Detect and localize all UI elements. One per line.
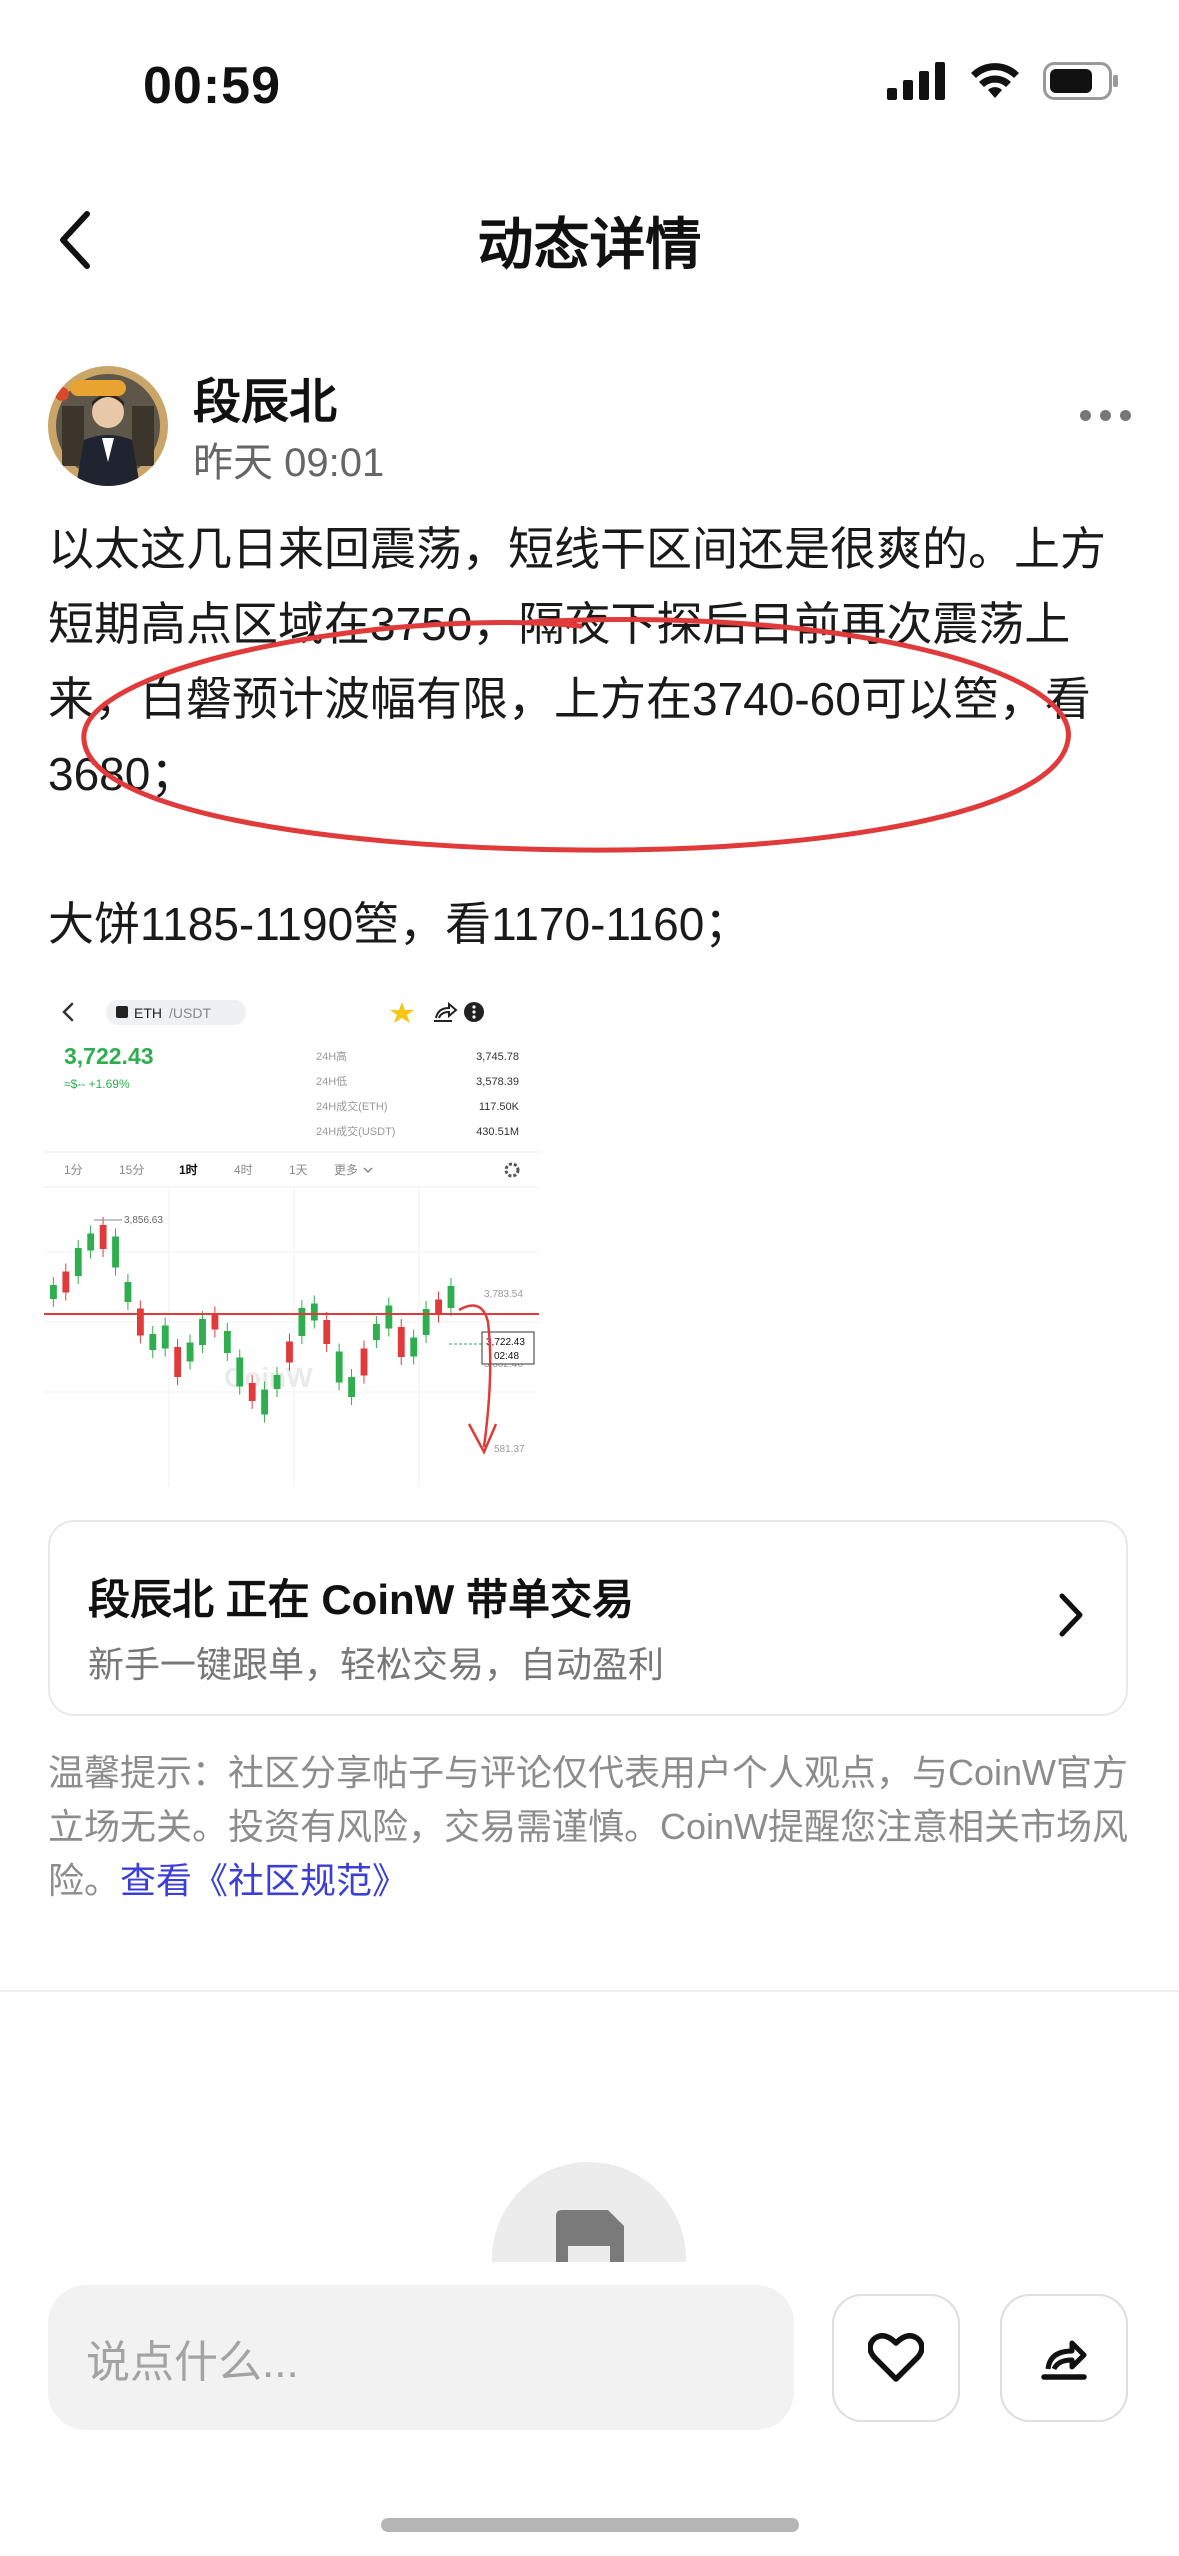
candle — [161, 1325, 169, 1349]
save-icon — [556, 2210, 624, 2262]
community-rules-link[interactable]: 查看《社区规范》 — [120, 1860, 408, 1901]
candle — [385, 1305, 393, 1329]
cellular-signal-icon — [887, 62, 945, 100]
comment-input[interactable]: 说点什么... — [48, 2285, 794, 2430]
home-indicator — [381, 2518, 799, 2532]
candle — [360, 1348, 368, 1376]
interval-tab: 4时 — [234, 1163, 253, 1177]
candle — [323, 1320, 331, 1344]
status-time: 00:59 — [143, 57, 281, 115]
copy-trading-card[interactable]: 段辰北 正在 CoinW 带单交易 新手一键跟单，轻松交易，自动盈利 — [48, 1520, 1128, 1716]
candle — [298, 1308, 306, 1336]
share-icon — [1041, 2340, 1087, 2380]
price-change: ≈$-- +1.69% — [64, 1077, 130, 1091]
candle — [99, 1225, 107, 1249]
disclaimer: 温馨提示：社区分享帖子与评论仅代表用户个人观点，与CoinW官方立场无关。投资有… — [48, 1746, 1138, 1908]
heart-icon — [868, 2333, 924, 2382]
candle — [410, 1337, 418, 1357]
candle — [62, 1271, 70, 1293]
interval-tab: 1天 — [289, 1163, 308, 1177]
candle — [74, 1248, 82, 1276]
status-icons — [887, 62, 1119, 100]
pair-quote: /USDT — [169, 1005, 211, 1021]
share-icon — [434, 1001, 458, 1022]
interval-tab-active: 1时 — [179, 1162, 198, 1177]
candle — [112, 1236, 119, 1268]
candle — [199, 1319, 206, 1345]
candle — [211, 1314, 219, 1330]
stat-label: 24H高 — [316, 1049, 347, 1063]
copy-trading-subtitle: 新手一键跟单，轻松交易，自动盈利 — [88, 1644, 665, 1685]
more-options-button[interactable] — [1080, 410, 1131, 421]
candle — [348, 1377, 356, 1397]
candle — [335, 1351, 343, 1383]
interval-tab: 1分 — [64, 1163, 83, 1177]
copy-trading-title: 段辰北 正在 CoinW 带单交易 — [88, 1576, 634, 1623]
candle — [286, 1341, 293, 1363]
interval-tab: 15分 — [119, 1163, 144, 1177]
candle — [186, 1342, 194, 1362]
candle — [310, 1303, 318, 1321]
candle — [223, 1331, 231, 1353]
stat-label: 24H成交(ETH) — [316, 1099, 388, 1113]
countdown: 02:48 — [494, 1351, 519, 1362]
post-paragraph: 大饼1185-1190箜，看1170-1160； — [48, 898, 751, 950]
high-label: 3,856.63 — [124, 1215, 163, 1226]
axis-label: 3,783.54 — [484, 1289, 523, 1300]
divider — [0, 1990, 1179, 1992]
chart-back-icon — [62, 1002, 74, 1022]
gear-icon — [504, 1162, 520, 1178]
candle — [397, 1327, 405, 1357]
candle — [136, 1308, 144, 1336]
chevron-down-icon — [363, 1167, 373, 1174]
stat-value: 430.51M — [476, 1126, 519, 1138]
candle — [422, 1309, 430, 1335]
star-icon — [390, 1002, 414, 1023]
candle — [236, 1357, 244, 1387]
candle — [50, 1285, 57, 1299]
wifi-icon — [971, 63, 1019, 98]
candle — [373, 1324, 380, 1340]
interval-tab: 更多 — [334, 1163, 358, 1177]
stat-value: 117.50K — [479, 1101, 520, 1113]
author-name[interactable]: 段辰北 — [193, 362, 337, 432]
more-dot-icon — [1120, 410, 1131, 421]
last-price: 3,722.43 — [64, 1043, 154, 1069]
candle — [273, 1375, 281, 1389]
candle — [174, 1347, 182, 1377]
candle — [447, 1286, 455, 1308]
candle — [124, 1282, 132, 1302]
candle — [248, 1383, 256, 1401]
floating-action-button[interactable] — [492, 2162, 686, 2262]
candle — [87, 1233, 95, 1251]
post-time: 昨天 09:01 — [193, 441, 385, 485]
battery-icon — [1043, 62, 1118, 100]
page-title: 动态详情 — [477, 213, 702, 276]
candle — [149, 1334, 157, 1350]
current-price-tag: 3,722.43 — [486, 1337, 525, 1348]
candle — [435, 1299, 442, 1315]
stat-label: 24H成交(USDT) — [316, 1124, 395, 1138]
share-button[interactable] — [1000, 2294, 1128, 2422]
axis-label: 581.37 — [494, 1444, 525, 1455]
chart-screenshot[interactable]: ETH /USDT 3,722.43 ≈$-- +1.69% 24H高 24H低… — [44, 992, 539, 1487]
more-dot-icon — [1080, 410, 1091, 421]
stat-label: 24H低 — [316, 1075, 347, 1088]
more-dot-icon — [1100, 410, 1111, 421]
stat-value: 3,745.78 — [476, 1051, 519, 1063]
red-circle-annotation — [81, 617, 1071, 853]
candle — [261, 1389, 269, 1415]
red-arrow-annotation — [458, 1304, 492, 1448]
chevron-right-icon — [1059, 1593, 1083, 1637]
stat-value: 3,578.39 — [476, 1076, 519, 1088]
like-button[interactable] — [832, 2294, 960, 2422]
pair-base: ETH — [134, 1005, 162, 1021]
author-avatar[interactable] — [48, 366, 168, 486]
